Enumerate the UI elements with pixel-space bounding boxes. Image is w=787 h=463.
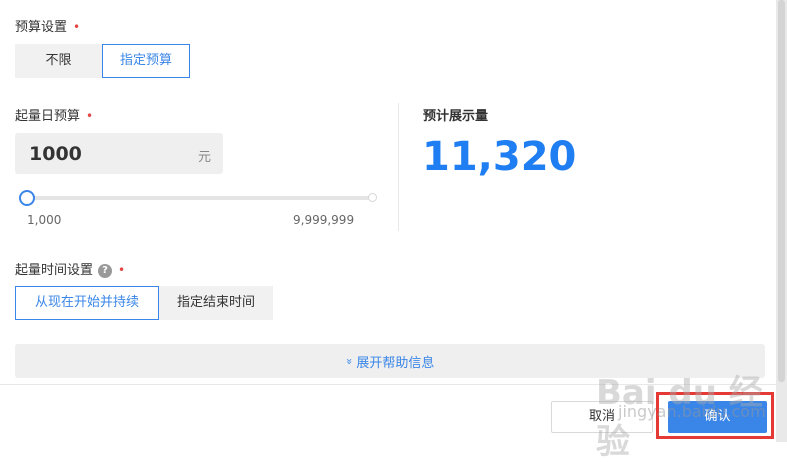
scrollbar-thumb[interactable]	[778, 0, 785, 382]
required-mark: •	[118, 263, 126, 277]
estimated-impressions-label: 预计展示量	[423, 109, 489, 124]
budget-mode-selector: 不限 指定预算	[15, 44, 190, 78]
slider-min-label: 1,000	[27, 213, 62, 227]
budget-slider-track[interactable]	[27, 196, 373, 200]
budget-dialog: 预算设置 • 不限 指定预算 起量日预算 • 1000 元 1,000 9,999,…	[0, 0, 776, 462]
chevron-down-icon: »	[342, 357, 356, 365]
time-mode-selector: 从现在开始并持续 指定结束时间	[15, 286, 273, 320]
estimated-impressions-value: 11,320	[422, 134, 577, 180]
expand-help-label: 展开帮助信息	[356, 355, 435, 371]
slider-max-label: 9,999,999	[293, 213, 355, 227]
watermark-url: jingyan.baidu.com	[618, 402, 766, 421]
option-end-time[interactable]: 指定结束时间	[159, 286, 273, 320]
required-mark: •	[86, 109, 94, 123]
time-settings-label: 起量时间设置? •	[15, 263, 126, 278]
option-unlimited[interactable]: 不限	[15, 44, 102, 78]
slider-end-marker	[368, 193, 377, 202]
daily-budget-label: 起量日预算 •	[15, 109, 94, 124]
section-divider	[398, 103, 399, 231]
option-specified-budget[interactable]: 指定预算	[102, 44, 190, 78]
option-start-now[interactable]: 从现在开始并持续	[15, 286, 159, 320]
daily-budget-input[interactable]: 1000 元	[15, 133, 223, 174]
help-icon[interactable]: ?	[98, 264, 113, 278]
required-mark: •	[73, 20, 81, 34]
budget-slider-handle[interactable]	[19, 190, 35, 206]
budget-settings-label: 预算设置 •	[15, 20, 81, 35]
daily-budget-value[interactable]: 1000	[29, 143, 82, 165]
currency-unit: 元	[197, 150, 211, 165]
